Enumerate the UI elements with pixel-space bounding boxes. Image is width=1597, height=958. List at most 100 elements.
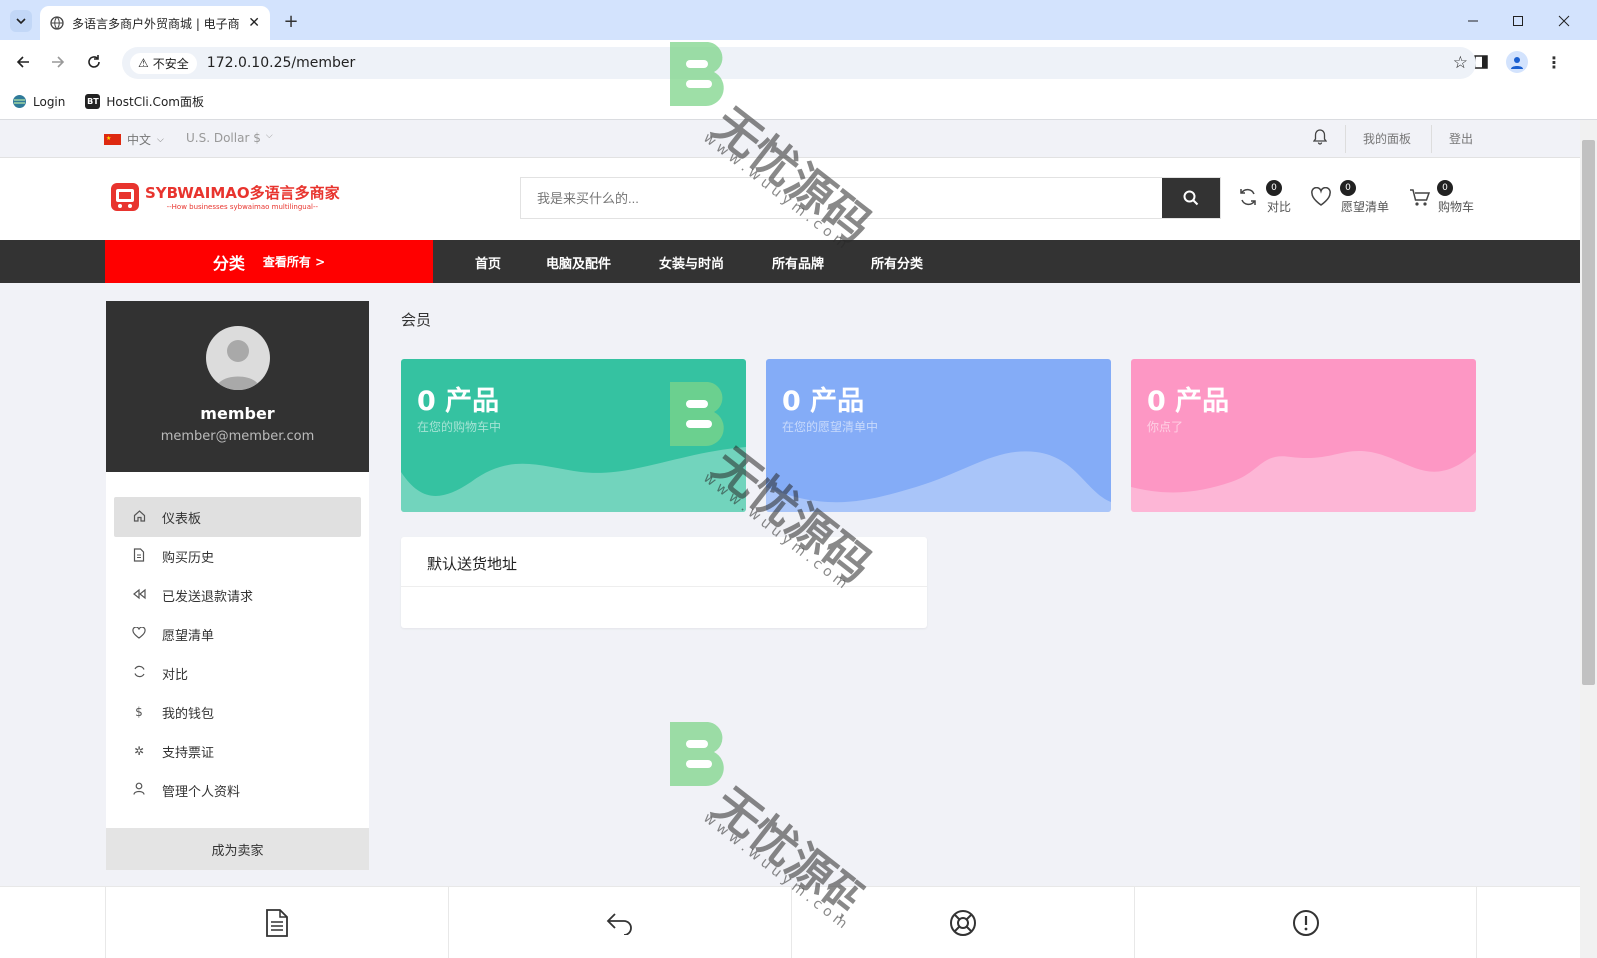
sidebar-item-refund-requests[interactable]: 已发送退款请求 xyxy=(114,575,361,615)
minimize-icon xyxy=(1468,20,1478,22)
profile-button[interactable] xyxy=(1506,51,1528,73)
arrow-left-icon xyxy=(16,56,29,68)
document-icon xyxy=(266,909,288,937)
sidebar-item-purchase-history[interactable]: 购买历史 xyxy=(114,536,361,576)
logo-title: SYBWAIMAO多语言多商家 xyxy=(145,183,340,202)
sidebar-item-label: 管理个人资料 xyxy=(162,784,241,800)
browser-tab[interactable]: 多语言多商户外贸商城 | 电子商 ✕ xyxy=(40,6,270,40)
sidebar-item-compare[interactable]: 对比 xyxy=(114,653,361,693)
maximize-icon xyxy=(1513,16,1523,26)
cart-icon xyxy=(1410,189,1431,206)
bookmark-star-icon[interactable]: ☆ xyxy=(1453,53,1468,73)
sidebar-item-label: 支持票证 xyxy=(162,745,215,761)
close-window-button[interactable] xyxy=(1553,10,1575,32)
cart-label: 购物车 xyxy=(1438,200,1475,214)
become-seller-button[interactable]: 成为卖家 xyxy=(106,828,369,870)
tab-title: 多语言多商户外贸商城 | 电子商 xyxy=(72,16,240,31)
currency-selector[interactable]: U.S. Dollar $ ⌵ xyxy=(186,131,273,145)
sidebar-item-label: 仪表板 xyxy=(162,511,202,527)
category-menu-button[interactable]: 分类 查看所有 > xyxy=(105,240,433,283)
security-chip[interactable]: ⚠ 不安全 xyxy=(130,52,197,74)
compare-count-badge: 0 xyxy=(1266,180,1282,196)
footer-support-link[interactable] xyxy=(791,887,1134,958)
site-logo[interactable]: SYBWAIMAO多语言多商家 --How businesses sybwaim… xyxy=(110,180,340,212)
sidebar-item-profile[interactable]: 管理个人资料 xyxy=(114,770,361,810)
back-button[interactable] xyxy=(12,51,34,73)
reload-button[interactable] xyxy=(83,51,105,73)
address-card-title: 默认送货地址 xyxy=(401,537,927,587)
home-icon xyxy=(132,509,146,525)
search-button[interactable] xyxy=(1162,178,1220,218)
sidebar-item-label: 对比 xyxy=(162,667,189,683)
sidebar-menu: 仪表板 购买历史 已发送退款请求 愿望清单 对比 $ 我的钱包 ✲ 支持票证 管… xyxy=(106,472,369,828)
page-title: 会员 xyxy=(401,311,432,329)
bookmark-hostcli[interactable]: BT HostCli.Com面板 xyxy=(85,93,204,110)
orders-summary-card: 0 产品 你点了 xyxy=(1131,359,1476,512)
language-label: 中文 xyxy=(127,133,152,147)
wishlist-count-badge: 0 xyxy=(1340,180,1356,196)
nav-item-computers[interactable]: 电脑及配件 xyxy=(546,253,611,272)
nav-item-categories[interactable]: 所有分类 xyxy=(871,253,923,272)
globe-icon xyxy=(50,16,64,30)
topbar-divider xyxy=(1431,125,1432,153)
card-subtitle: 你点了 xyxy=(1147,420,1184,434)
logout-link[interactable]: 登出 xyxy=(1449,130,1473,147)
close-tab-icon[interactable]: ✕ xyxy=(248,15,260,31)
footer-terms-link[interactable] xyxy=(105,887,448,958)
profile-card: member member@member.com xyxy=(106,301,369,472)
nav-item-home[interactable]: 首页 xyxy=(475,253,501,272)
card-value: 0 产品 xyxy=(782,386,865,417)
view-all-link[interactable]: 查看所有 > xyxy=(263,253,325,270)
sidebar-item-label: 我的钱包 xyxy=(162,706,215,722)
heart-icon xyxy=(132,625,146,642)
browser-tab-strip: 多语言多商户外贸商城 | 电子商 ✕ + xyxy=(0,0,1597,40)
arrow-right-icon xyxy=(52,56,65,68)
sidebar-item-label: 已发送退款请求 xyxy=(162,589,254,605)
card-subtitle: 在您的愿望清单中 xyxy=(782,420,879,434)
footer-return-link[interactable] xyxy=(448,887,791,958)
forward-button[interactable] xyxy=(47,51,69,73)
new-tab-button[interactable]: + xyxy=(280,10,302,32)
address-bar[interactable]: ⚠ 不安全 172.0.10.25/member ☆ xyxy=(122,47,1476,79)
sidebar-item-dashboard[interactable]: 仪表板 xyxy=(114,497,361,537)
chevron-down-icon xyxy=(16,18,26,25)
cart-logo-icon xyxy=(111,183,139,211)
url-text[interactable]: 172.0.10.25/member xyxy=(207,55,1443,71)
footer-privacy-link[interactable] xyxy=(1134,887,1477,958)
cart-count-badge: 0 xyxy=(1437,180,1453,196)
profile-username: member xyxy=(200,404,275,423)
tab-search-button[interactable] xyxy=(10,10,32,32)
notification-button[interactable] xyxy=(1312,129,1328,148)
rewind-icon xyxy=(132,588,146,603)
language-selector[interactable]: ★ 中文 ⌵ xyxy=(104,131,164,148)
maximize-button[interactable] xyxy=(1507,10,1529,32)
sidebar-item-wishlist[interactable]: 愿望清单 xyxy=(114,614,361,654)
wishlist-label: 愿望清单 xyxy=(1341,200,1390,214)
sidebar-item-support-tickets[interactable]: ✲ 支持票证 xyxy=(114,731,361,771)
nav-item-brands[interactable]: 所有品牌 xyxy=(772,253,824,272)
wishlist-button[interactable]: 0 愿望清单 xyxy=(1310,180,1390,216)
refresh-icon xyxy=(132,665,146,681)
scrollbar-thumb[interactable] xyxy=(1582,140,1595,685)
globe-icon xyxy=(13,95,26,108)
chevron-down-icon: ⌵ xyxy=(265,131,273,141)
support-icon: ✲ xyxy=(133,744,145,758)
sidebar-item-label: 愿望清单 xyxy=(162,628,215,644)
reload-icon xyxy=(88,55,100,68)
sidebar-item-wallet[interactable]: $ 我的钱包 xyxy=(114,692,361,732)
nav-item-fashion[interactable]: 女装与时尚 xyxy=(659,253,724,272)
search-input[interactable] xyxy=(521,178,1162,218)
bookmark-login[interactable]: Login xyxy=(12,94,65,109)
compare-button[interactable]: 0 对比 xyxy=(1238,180,1298,216)
lifebuoy-icon xyxy=(950,910,976,936)
cart-button[interactable]: 0 购物车 xyxy=(1409,180,1479,216)
wave-decoration xyxy=(401,447,746,512)
refresh-icon xyxy=(1240,188,1256,206)
dashboard-link[interactable]: 我的面板 xyxy=(1363,130,1411,147)
menu-button[interactable]: ⋮ xyxy=(1543,51,1565,73)
category-label: 分类 xyxy=(212,253,245,273)
alert-circle-icon xyxy=(1292,910,1319,936)
avatar xyxy=(206,326,270,390)
minimize-button[interactable] xyxy=(1462,10,1484,32)
footer-links xyxy=(0,886,1580,958)
